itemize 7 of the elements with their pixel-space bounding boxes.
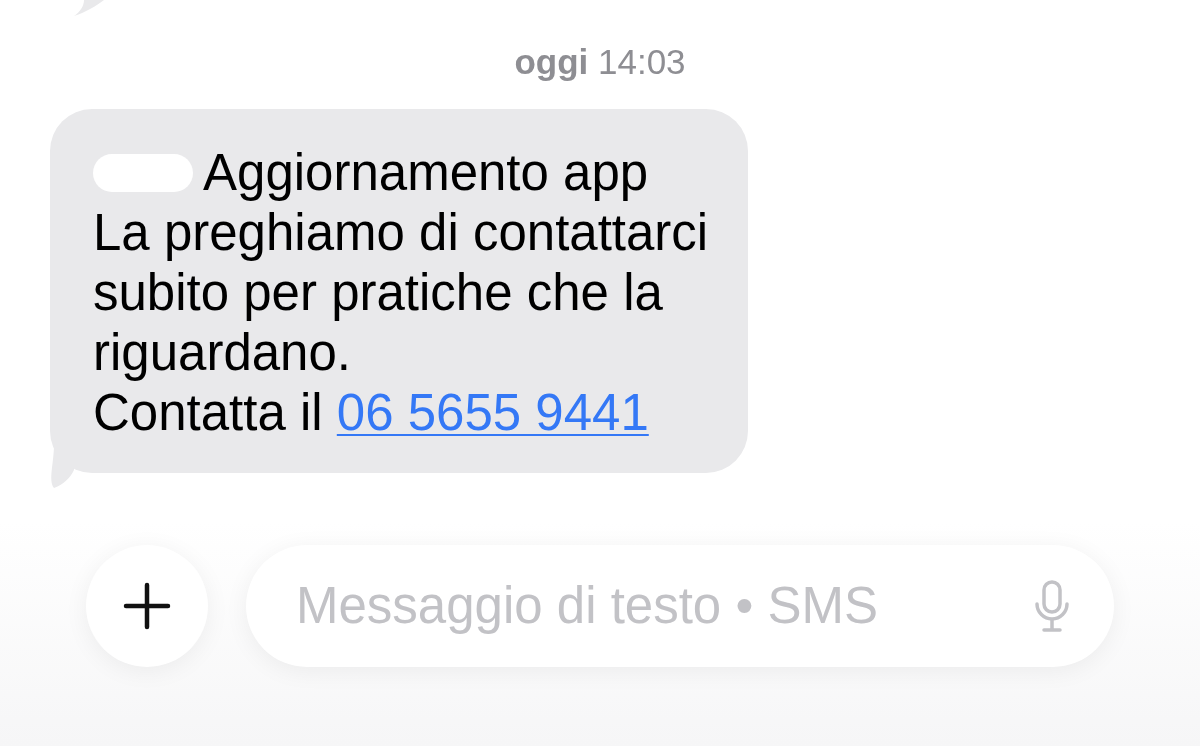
message-input-field[interactable]: Messaggio di testo • SMS (246, 544, 1114, 667)
plus-icon (123, 581, 171, 630)
message-text: Contatta il (93, 383, 323, 441)
timestamp: oggi 14:03 (514, 41, 686, 83)
phone-link[interactable]: 06 5655 9441 (336, 383, 649, 441)
message-title: Aggiornamento app (203, 142, 649, 203)
message-text: La preghiamo di contattarci subito per pratiche che la riguardano. (93, 202, 709, 383)
